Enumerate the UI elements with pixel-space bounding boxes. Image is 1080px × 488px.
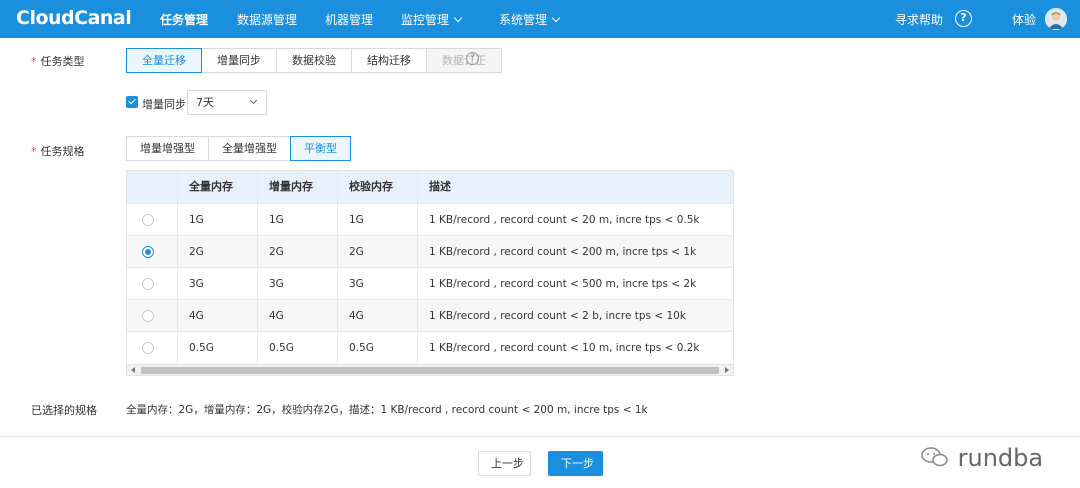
row-radio[interactable] [142, 278, 154, 290]
column-divider [337, 171, 338, 363]
task-type-full-migration[interactable]: 全量迁移 [126, 48, 202, 73]
spec-type-group: 增量增强型 全量增强型 平衡型 [126, 136, 351, 161]
cell-full-memory: 3G [189, 278, 204, 290]
row-radio[interactable] [142, 246, 154, 258]
cell-check-memory: 0.5G [349, 342, 374, 354]
retention-select[interactable]: 7天 [187, 90, 267, 115]
row-radio[interactable] [142, 342, 154, 354]
task-type-data-correction: 数据订正 [426, 48, 502, 73]
spec-type-incremental-enhanced[interactable]: 增量增强型 [126, 136, 209, 161]
cell-check-memory: 2G [349, 246, 364, 258]
table-row[interactable]: 3G 3G 3G 1 KB/record , record count < 50… [127, 267, 733, 299]
incremental-sync-checkbox-label: 增量同步 [142, 98, 186, 111]
selected-spec-label: 已选择的规格 [31, 404, 97, 417]
task-type-incremental-sync[interactable]: 增量同步 [201, 48, 277, 73]
row-radio[interactable] [142, 214, 154, 226]
nav-monitor-label: 监控管理 [401, 13, 450, 27]
help-circle-icon[interactable]: ? [955, 10, 972, 27]
scroll-right-icon[interactable] [725, 367, 729, 373]
table-header: 全量内存 增量内存 校验内存 描述 [127, 171, 733, 203]
cell-full-memory: 2G [189, 246, 204, 258]
cell-incremental-memory: 4G [269, 310, 284, 322]
horizontal-scrollbar[interactable] [127, 364, 733, 375]
column-header-incremental-memory: 增量内存 [269, 180, 313, 193]
cell-check-memory: 4G [349, 310, 364, 322]
cell-description: 1 KB/record , record count < 20 m, incre… [429, 214, 700, 226]
required-asterisk: * [31, 55, 37, 68]
cell-check-memory: 3G [349, 278, 364, 290]
nav-monitor-management[interactable]: 监控管理 [401, 11, 463, 28]
nav-task-management[interactable]: 任务管理 [160, 11, 208, 28]
selected-spec-summary: 全量内存：2G，增量内存：2G，校验内存2G，描述：1 KB/record , … [126, 404, 648, 416]
column-header-check-memory: 校验内存 [349, 180, 393, 193]
cell-description: 1 KB/record , record count < 10 m, incre… [429, 342, 700, 354]
column-divider [257, 171, 258, 363]
cell-description: 1 KB/record , record count < 200 m, incr… [429, 246, 697, 258]
footer-bar: 上一步 下一步 rundba [0, 436, 1080, 488]
cell-full-memory: 0.5G [189, 342, 214, 354]
nav-datasource-management[interactable]: 数据源管理 [237, 11, 297, 28]
cell-incremental-memory: 2G [269, 246, 284, 258]
cell-full-memory: 4G [189, 310, 204, 322]
user-name[interactable]: 体验 [1012, 11, 1036, 28]
incremental-sync-checkbox[interactable] [126, 96, 138, 108]
nav-system-management[interactable]: 系统管理 [499, 11, 561, 28]
watermark: rundba [920, 444, 1043, 472]
cell-description: 1 KB/record , record count < 500 m, incr… [429, 278, 697, 290]
cell-full-memory: 1G [189, 214, 204, 226]
next-step-button[interactable]: 下一步 [548, 451, 603, 476]
chevron-down-icon [551, 13, 561, 23]
cell-check-memory: 1G [349, 214, 364, 226]
help-link[interactable]: 寻求帮助 [895, 11, 943, 28]
column-header-description: 描述 [429, 180, 451, 193]
spec-table: 全量内存 增量内存 校验内存 描述 1G 1G 1G 1 KB/record ,… [126, 170, 734, 376]
table-row[interactable]: 4G 4G 4G 1 KB/record , record count < 2 … [127, 299, 733, 331]
spec-type-full-enhanced[interactable]: 全量增强型 [208, 136, 291, 161]
cell-incremental-memory: 3G [269, 278, 284, 290]
cell-incremental-memory: 0.5G [269, 342, 294, 354]
wechat-icon [921, 447, 948, 467]
nav-system-label: 系统管理 [499, 13, 548, 27]
scrollbar-thumb[interactable] [141, 367, 719, 374]
prev-step-button[interactable]: 上一步 [478, 451, 531, 476]
chevron-down-icon [249, 96, 258, 105]
table-row[interactable]: 1G 1G 1G 1 KB/record , record count < 20… [127, 203, 733, 235]
column-divider [417, 171, 418, 363]
retention-select-value: 7天 [196, 96, 214, 109]
user-avatar-icon [1045, 8, 1067, 30]
spec-label: * 任务规格 [31, 143, 85, 159]
scroll-left-icon[interactable] [131, 367, 135, 373]
spec-label-text: 任务规格 [40, 145, 85, 158]
avatar[interactable] [1045, 8, 1067, 30]
table-row[interactable]: 0.5G 0.5G 0.5G 1 KB/record , record coun… [127, 331, 733, 363]
top-navbar: CloudCanal 任务管理 数据源管理 机器管理 监控管理 系统管理 寻求帮… [0, 0, 1080, 38]
cell-incremental-memory: 1G [269, 214, 284, 226]
watermark-text: rundba [957, 444, 1044, 472]
task-type-label-text: 任务类型 [40, 55, 85, 68]
column-divider [177, 171, 178, 363]
required-asterisk: * [31, 145, 37, 158]
table-row[interactable]: 2G 2G 2G 1 KB/record , record count < 20… [127, 235, 733, 267]
task-type-label: * 任务类型 [31, 53, 85, 69]
question-icon[interactable]: ? [466, 52, 479, 65]
nav-machine-management[interactable]: 机器管理 [325, 11, 373, 28]
task-type-data-check[interactable]: 数据校验 [276, 48, 352, 73]
cloudcanal-logo[interactable]: CloudCanal [16, 7, 132, 29]
row-radio[interactable] [142, 310, 154, 322]
spec-type-balanced[interactable]: 平衡型 [290, 136, 351, 161]
chevron-down-icon [453, 13, 463, 23]
task-type-group: 全量迁移 增量同步 数据校验 结构迁移 数据订正 [126, 48, 502, 73]
task-type-structure-migration[interactable]: 结构迁移 [351, 48, 427, 73]
cell-description: 1 KB/record , record count < 2 b, incre … [429, 310, 686, 322]
column-header-full-memory: 全量内存 [189, 180, 233, 193]
